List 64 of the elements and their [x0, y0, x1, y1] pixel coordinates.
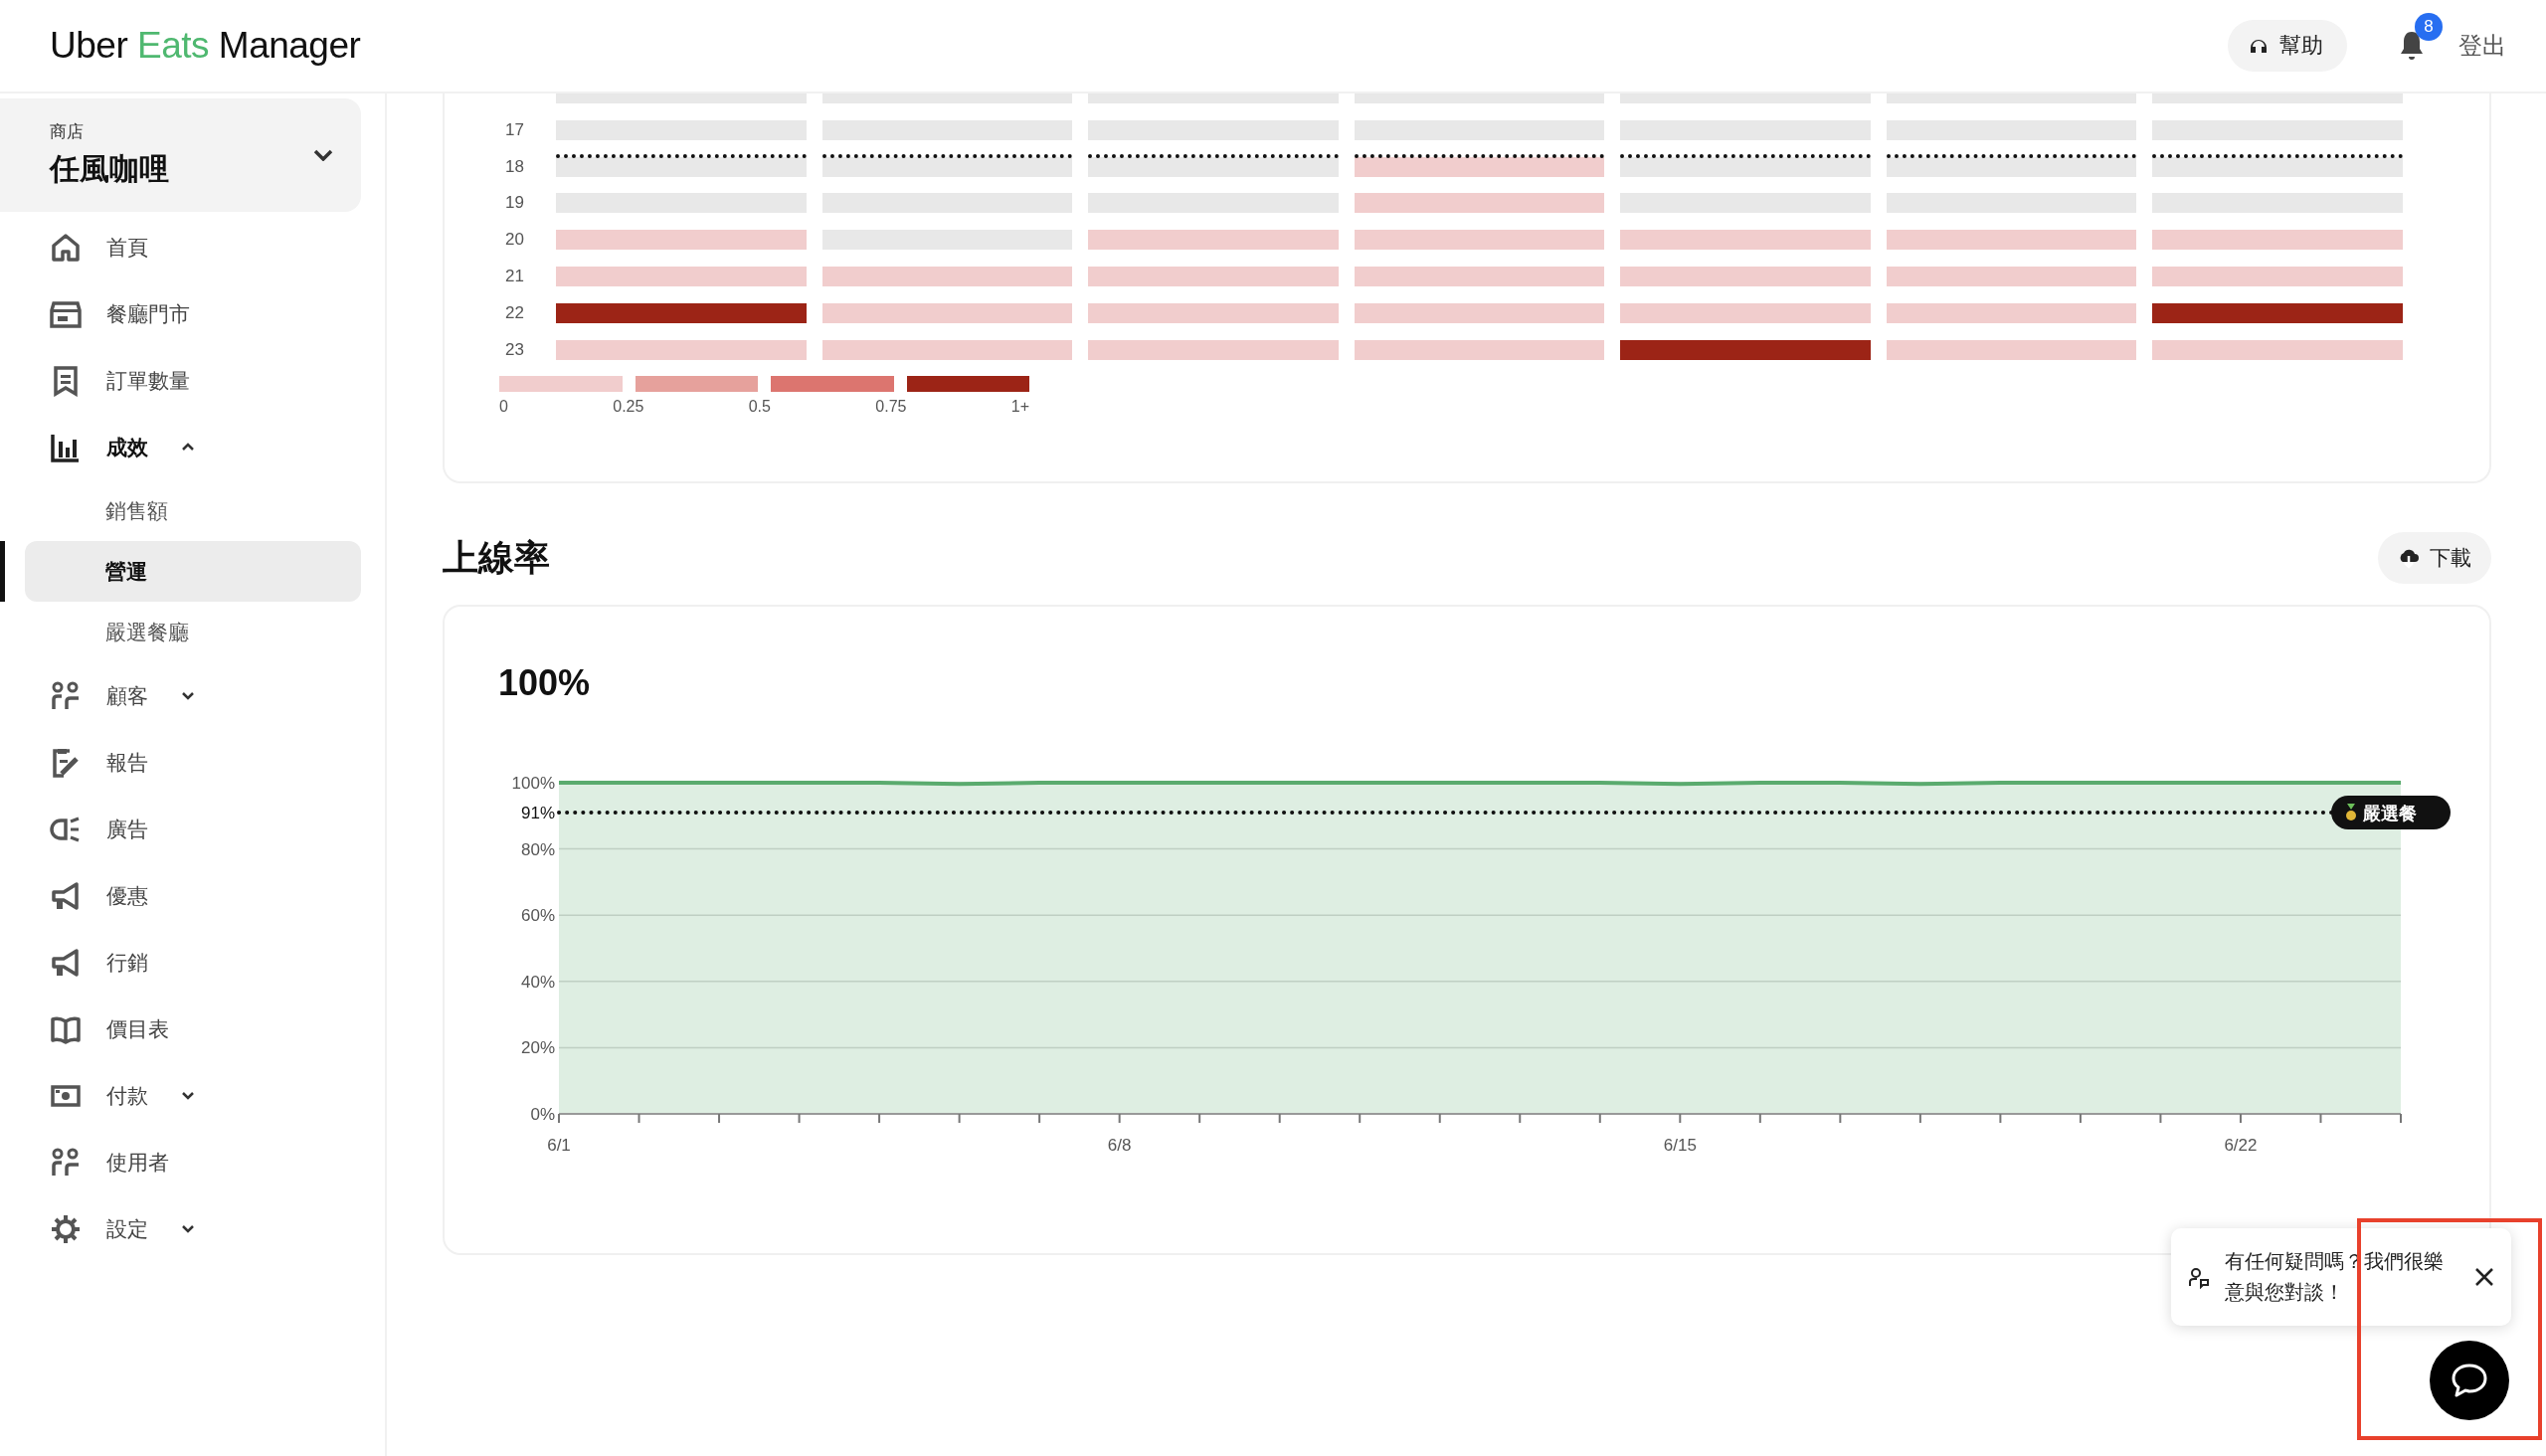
legend-label: 0.25 — [613, 398, 644, 417]
hour-label: 22 — [504, 302, 524, 323]
nav-item[interactable]: 餐廳門市 — [0, 280, 385, 347]
download-button[interactable]: 下載 — [2378, 532, 2491, 585]
legend-label: 0.75 — [875, 398, 907, 417]
section-title: 上線率 — [443, 535, 551, 580]
hour-label: 17 — [504, 119, 524, 140]
store-name: 任風咖哩 — [50, 151, 170, 187]
nav-item[interactable]: 報告 — [0, 729, 385, 796]
nav-item[interactable]: 訂單數量 — [0, 347, 385, 414]
logo[interactable]: Uber Eats Manager — [50, 25, 361, 67]
people-icon — [50, 1146, 82, 1179]
x-tick-label: 6/15 — [1663, 1136, 1697, 1156]
annotation: 嚴選餐 — [2362, 804, 2417, 824]
hour-label: 23 — [504, 339, 524, 360]
y-tick-label: 40% — [520, 973, 555, 993]
chat-bubble-icon — [2451, 1363, 2488, 1398]
support-agent-icon — [2187, 1265, 2211, 1289]
nav-item[interactable]: 使用者 — [0, 1129, 385, 1195]
notification-count: 8 — [2415, 13, 2443, 41]
y-tick-label: 0% — [530, 1105, 555, 1125]
hour-label: 21 — [504, 267, 524, 286]
legend-label: 0.5 — [748, 398, 771, 417]
nav-item[interactable]: 廣告 — [0, 796, 385, 862]
settings-icon — [50, 1212, 82, 1245]
close-icon[interactable] — [2473, 1266, 2495, 1288]
home-icon — [50, 231, 82, 264]
legend-label: 1+ — [1010, 398, 1029, 417]
nav-subitem[interactable]: 銷售額 — [25, 480, 361, 541]
help-button[interactable]: 幫助 — [2228, 20, 2347, 72]
hour-label: 18 — [504, 156, 524, 177]
badge: 嚴選餐 — [2331, 796, 2451, 830]
nav-item[interactable]: 行銷 — [0, 929, 385, 996]
x-tick-label: 6/1 — [547, 1136, 571, 1156]
y-tick-label: 60% — [520, 906, 555, 926]
nav-item[interactable]: 價目表 — [0, 996, 385, 1062]
nav-subitem[interactable]: 營運 — [25, 541, 361, 602]
availability-value: 100% — [498, 662, 592, 705]
selection-indicator — [0, 541, 5, 602]
y-tick-label: 20% — [520, 1038, 555, 1058]
x-tick-label: 6/22 — [2224, 1136, 2258, 1156]
megaphone-icon — [50, 946, 82, 979]
legend-label: 0 — [499, 398, 508, 417]
nav-item[interactable]: 成效 — [0, 414, 385, 480]
x-tick-label: 6/8 — [1107, 1136, 1132, 1156]
nav-item[interactable]: 顧客 — [0, 662, 385, 729]
threshold-label: 91% — [520, 804, 555, 823]
nav-item[interactable]: 設定 — [0, 1195, 385, 1262]
hour-label: 19 — [504, 193, 524, 214]
nav-item[interactable]: 付款 — [0, 1062, 385, 1129]
document-pencil-icon — [50, 746, 82, 779]
logout-link[interactable]: 登出 — [2458, 30, 2506, 62]
y-tick-label: 80% — [520, 839, 555, 859]
store-selector[interactable]: 商店 任風咖哩 — [0, 98, 361, 212]
nav-subitem[interactable]: 嚴選餐廳 — [25, 602, 361, 662]
nav-item[interactable]: 首頁 — [0, 214, 385, 280]
hour-label: 20 — [504, 230, 524, 251]
megaphone-icon — [50, 879, 82, 912]
nav-item[interactable]: 優惠 — [0, 862, 385, 929]
store-label: 商店 — [50, 121, 85, 143]
y-tick-label: 100% — [511, 774, 555, 794]
people-icon — [50, 679, 82, 712]
cloud-download-icon — [2398, 547, 2420, 570]
chevron-down-icon — [313, 149, 333, 161]
